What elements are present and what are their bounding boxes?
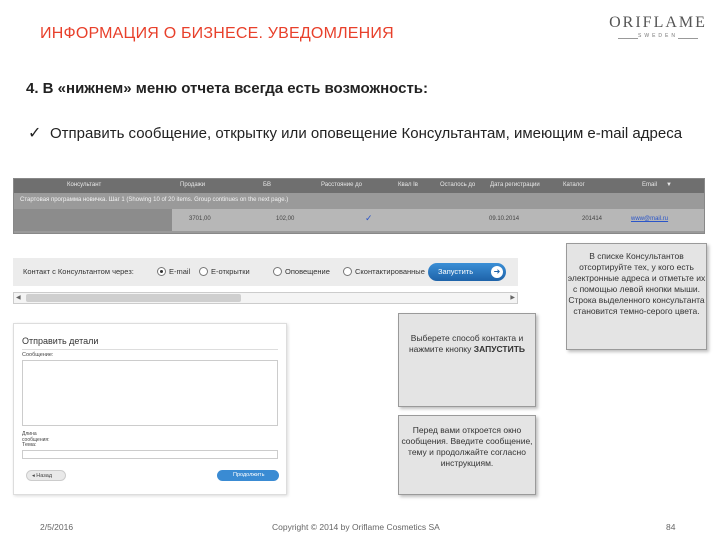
check-icon: ✓ (365, 213, 373, 223)
column-header[interactable]: Квал Iв (398, 182, 418, 188)
logo-rule-right (678, 38, 698, 39)
email-link[interactable]: www@mail.ru (631, 216, 668, 222)
radio-contacted[interactable] (343, 267, 352, 276)
column-header[interactable]: Осталось до (440, 182, 475, 188)
cell-date: 09.10.2014 (489, 216, 520, 222)
logo-rule-left (618, 38, 638, 39)
column-header[interactable]: Email (642, 182, 657, 188)
column-header[interactable]: Каталог (563, 182, 585, 188)
scroll-right-icon[interactable]: ▶ (510, 294, 515, 301)
logo-name: ORIFLAME (609, 14, 707, 31)
callout-choose-bold: ЗАПУСТИТЬ (473, 344, 526, 354)
radio-notification[interactable] (273, 267, 282, 276)
scroll-left-icon[interactable]: ◀ (16, 294, 21, 301)
bullet-text: Отправить сообщение, открытку или оповещ… (50, 125, 683, 142)
arrow-right-icon: ➜ (491, 266, 503, 278)
column-header[interactable]: Продажи (180, 182, 205, 188)
footer-copyright: Copyright © 2014 by Oriflame Cosmetics S… (272, 522, 440, 532)
panel-divider (22, 349, 278, 350)
column-header[interactable]: Дата регистрации (490, 182, 540, 188)
section-heading: 4. В «нижнем» меню отчета всегда есть во… (26, 80, 429, 97)
back-button[interactable]: ◂ Назад (26, 470, 66, 481)
horizontal-scrollbar[interactable]: ◀ ▶ (13, 292, 518, 304)
subject-input[interactable] (22, 450, 278, 459)
consultants-table: Консультант Продажи БВ Расстояние до Ква… (13, 178, 705, 234)
radio-label-email[interactable]: E-mail (169, 267, 190, 276)
callout-sort-consultants: В списке Консультантов отсортируйте тех,… (566, 243, 707, 350)
oriflame-logo: ORIFLAME SWEDEN (608, 14, 708, 39)
sort-icon[interactable]: ▼ (666, 182, 672, 188)
slide-title: ИНФОРМАЦИЯ О БИЗНЕСЕ. УВЕДОМЛЕНИЯ (40, 25, 394, 42)
panel-title: Отправить детали (22, 336, 99, 346)
checkmark-icon: ✓ (28, 125, 42, 142)
table-group-info: Стартовая программа новичка. Шаг 1 (Show… (20, 197, 289, 203)
scroll-thumb[interactable] (26, 294, 241, 302)
back-label-text: Назад (36, 473, 53, 479)
subject-label: Тема: (22, 442, 37, 448)
selected-cell (14, 209, 172, 231)
cell-bv: 102,00 (276, 216, 295, 222)
contact-label: Контакт с Консультантом через: (23, 267, 134, 276)
continue-button[interactable]: Продолжить (217, 470, 279, 481)
page-number: 84 (666, 522, 676, 532)
back-button-label: ◂ Назад (32, 473, 53, 479)
run-button[interactable]: Запустить ➜ (428, 263, 506, 281)
message-label: Сообщение: (22, 352, 54, 358)
radio-ecards[interactable] (199, 267, 208, 276)
send-details-panel: Отправить детали Сообщение: Длина сообще… (13, 323, 287, 495)
column-header[interactable]: Расстояние до (321, 182, 362, 188)
callout-message-window: Перед вами откроется окно сообщения. Вве… (398, 415, 536, 495)
column-header[interactable]: Консультант (67, 182, 101, 188)
radio-label-notification[interactable]: Оповещение (285, 267, 330, 276)
column-header[interactable]: БВ (263, 182, 271, 188)
callout-choose-method: Выберете способ контакта и нажмите кнопк… (398, 313, 536, 407)
run-button-label: Запустить (438, 267, 474, 276)
message-textarea[interactable] (22, 360, 278, 426)
continue-button-label: Продолжить (233, 472, 265, 478)
cell-catalog: 201414 (582, 216, 603, 222)
cell-sales: 3701,00 (189, 216, 211, 222)
radio-email[interactable] (157, 267, 166, 276)
contact-action-bar: Контакт с Консультантом через: E-mail E-… (13, 258, 518, 286)
radio-label-ecards[interactable]: E-открытки (211, 267, 250, 276)
footer-date: 2/5/2016 (40, 522, 74, 532)
radio-label-contacted[interactable]: Сконтактированные (355, 267, 425, 276)
